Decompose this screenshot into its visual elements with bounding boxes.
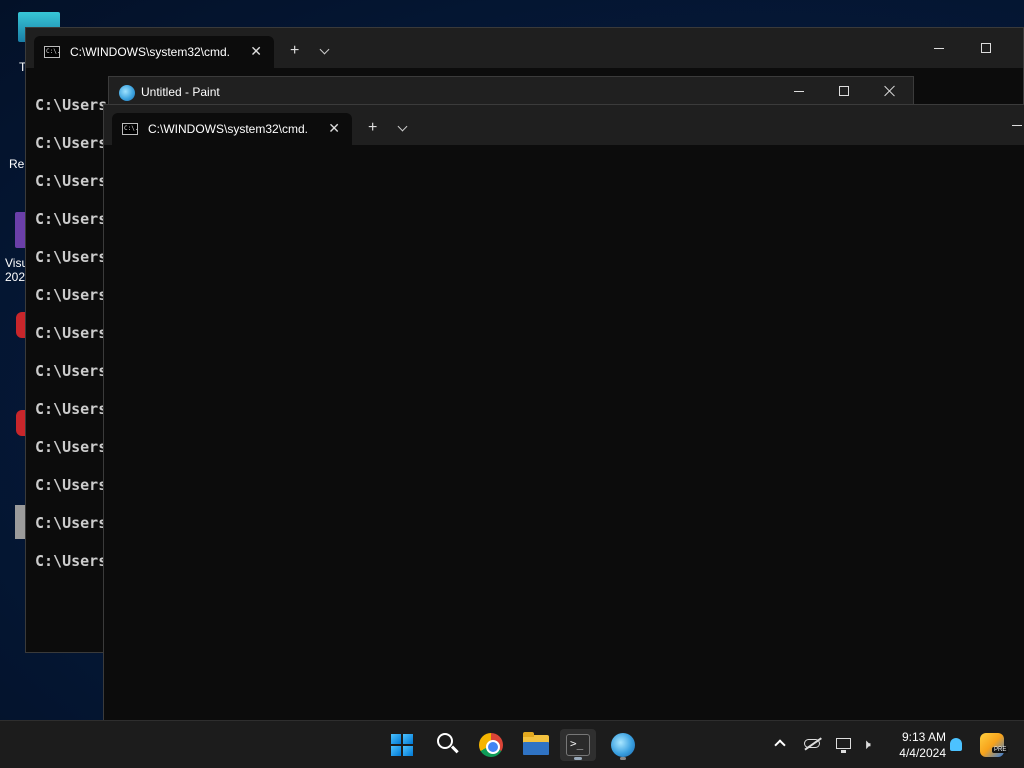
- terminal-tab[interactable]: C:\. C:\WINDOWS\system32\cmd. ✕: [112, 113, 352, 145]
- terminal-tab[interactable]: C:\. C:\WINDOWS\system32\cmd. ✕: [34, 36, 274, 68]
- clock-date: 4/4/2024: [899, 746, 946, 760]
- tab-title: C:\WINDOWS\system32\cmd.: [148, 122, 309, 136]
- chevron-down-icon[interactable]: [319, 44, 330, 55]
- clock[interactable]: 9:13 AM 4/4/2024: [888, 729, 946, 761]
- terminal-titlebar[interactable]: C:\. C:\WINDOWS\system32\cmd. ✕ +: [104, 105, 1024, 145]
- terminal-window-front[interactable]: C:\. C:\WINDOWS\system32\cmd. ✕ +: [103, 104, 1024, 720]
- onedrive-icon[interactable]: [804, 739, 820, 748]
- terminal-line: C:\Users: [35, 324, 108, 342]
- paint-icon: [119, 85, 135, 101]
- desktop-icon-label: Re: [9, 157, 25, 171]
- running-indicator: [574, 757, 582, 760]
- clock-time: 9:13 AM: [901, 730, 946, 744]
- taskbar: >_ 🕨 9:13 AM 4/4/2024 PRE: [0, 720, 1024, 768]
- chrome-taskbar-button[interactable]: [473, 729, 509, 761]
- folder-icon: [523, 732, 549, 755]
- minimize-button[interactable]: [934, 48, 944, 49]
- terminal-line: C:\Users: [35, 286, 108, 304]
- terminal-line: C:\Users: [35, 476, 108, 494]
- new-tab-button[interactable]: +: [368, 120, 377, 136]
- copilot-icon[interactable]: [980, 733, 1004, 757]
- terminal-line: C:\Users: [35, 96, 108, 114]
- terminal-icon: >_: [566, 734, 590, 756]
- start-button[interactable]: [384, 729, 420, 761]
- close-button[interactable]: [884, 85, 896, 97]
- preview-badge: PRE: [992, 747, 1009, 753]
- tab-title: C:\WINDOWS\system32\cmd.: [70, 45, 231, 59]
- new-tab-button[interactable]: +: [290, 43, 299, 59]
- terminal-line: C:\Users: [35, 210, 108, 228]
- running-indicator: [620, 757, 626, 760]
- terminal-line: C:\Users: [35, 172, 108, 190]
- search-button[interactable]: [429, 729, 465, 761]
- terminal-output[interactable]: [104, 145, 1024, 720]
- cmd-icon: C:\.: [44, 46, 60, 58]
- minimize-button[interactable]: [794, 91, 804, 92]
- file-explorer-taskbar-button[interactable]: [517, 729, 553, 761]
- terminal-line: C:\Users: [35, 552, 108, 570]
- terminal-line: C:\Users: [35, 362, 108, 380]
- minimize-button[interactable]: [1012, 125, 1022, 126]
- paint-icon: [611, 733, 635, 757]
- cmd-icon: C:\.: [122, 123, 138, 135]
- terminal-line: C:\Users: [35, 438, 108, 456]
- paint-taskbar-button[interactable]: [605, 729, 641, 761]
- desktop-icon-label: 202: [5, 270, 26, 284]
- terminal-line: C:\Users: [35, 400, 108, 418]
- network-icon[interactable]: [836, 738, 851, 753]
- maximize-button[interactable]: [981, 43, 991, 53]
- close-tab-icon[interactable]: ✕: [328, 120, 340, 137]
- desktop-app-icon[interactable]: [15, 505, 25, 539]
- notification-bell-icon[interactable]: [950, 738, 962, 751]
- paint-window-title: Untitled - Paint: [141, 85, 220, 99]
- speaker-muted-icon[interactable]: 🕨: [862, 736, 871, 753]
- terminal-line: C:\Users: [35, 248, 108, 266]
- terminal-line: C:\Users: [35, 134, 108, 152]
- terminal-line: C:\Users: [35, 514, 108, 532]
- chevron-down-icon[interactable]: [397, 121, 408, 132]
- chevron-up-icon[interactable]: [774, 739, 786, 751]
- search-icon-handle: [451, 745, 459, 753]
- close-tab-icon[interactable]: ✕: [250, 43, 262, 60]
- windows-icon: [391, 734, 413, 756]
- terminal-titlebar[interactable]: C:\. C:\WINDOWS\system32\cmd. ✕ +: [26, 28, 1023, 68]
- maximize-button[interactable]: [839, 86, 849, 96]
- terminal-taskbar-button[interactable]: >_: [560, 729, 596, 761]
- chrome-icon: [479, 733, 503, 757]
